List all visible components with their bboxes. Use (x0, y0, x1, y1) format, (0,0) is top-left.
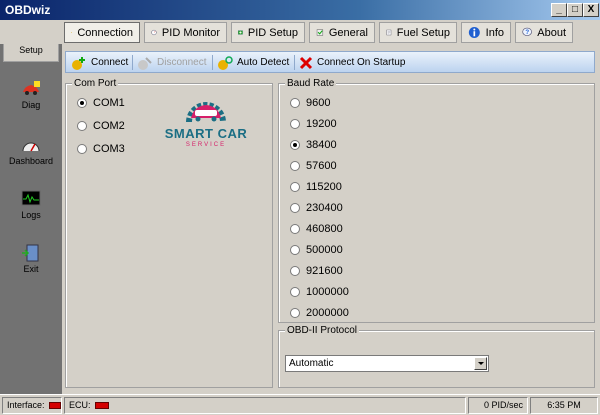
sidebar-item-exit[interactable]: Exit (0, 242, 62, 274)
obd-protocol-group: OBD-II Protocol Automatic (278, 325, 595, 388)
radio-baud-921600[interactable]: 921600 (290, 265, 343, 277)
interface-led-indicator (48, 402, 61, 409)
sidebar-item-logs[interactable]: Logs (0, 188, 62, 220)
com-port-legend: Com Port (72, 78, 119, 89)
clock: 6:35 PM (530, 397, 598, 414)
logs-monitor-icon (21, 190, 41, 206)
close-button[interactable]: X (583, 3, 599, 17)
auto-detect-icon (218, 55, 233, 70)
tab-connection[interactable]: Connection (64, 22, 140, 43)
radio-com3[interactable]: COM3 (77, 143, 125, 155)
auto-detect-button[interactable]: Auto Detect (216, 54, 289, 71)
radio-baud-115200[interactable]: 115200 (290, 181, 342, 193)
pid-rate-status: 0 PID/sec (468, 397, 528, 414)
smart-car-service-logo: SMART CAR SERVICE (161, 88, 251, 152)
connect-plug-icon (72, 56, 85, 70)
radio-baud-460800[interactable]: 460800 (290, 223, 343, 235)
sidebar-item-label: Diag (21, 100, 41, 110)
radio-button[interactable] (290, 203, 300, 213)
radio-baud-2000000[interactable]: 2000000 (290, 307, 349, 319)
diag-car-icon (23, 81, 40, 95)
logo-subtext: SERVICE (185, 142, 227, 148)
radio-button[interactable] (290, 224, 300, 234)
tab-info[interactable]: Info (461, 22, 511, 43)
protocol-dropdown[interactable]: Automatic (285, 355, 489, 372)
ecu-status: ECU: (64, 397, 466, 414)
tab-pid-monitor[interactable]: PID Monitor (144, 22, 227, 43)
radio-button[interactable] (290, 119, 300, 129)
minimize-button[interactable]: _ (551, 3, 567, 17)
radio-button[interactable] (290, 308, 300, 318)
info-icon (468, 27, 480, 38)
disconnect-plug-icon (138, 56, 152, 70)
radio-com1[interactable]: COM1 (77, 97, 125, 109)
pid-setup-icon (238, 30, 243, 35)
connection-icon (71, 31, 73, 33)
connection-panel: Connect Disconnect Auto Detect Connect O… (62, 44, 600, 394)
baud-rate-group: Baud Rate 9600 19200 38400 57600 115200 23040… (278, 78, 595, 323)
sidebar-item-label: Exit (23, 264, 39, 274)
com-port-group: Com Port COM1 COM2 COM3 SMART CAR SERVIC… (65, 78, 273, 388)
toolbar-separator (212, 55, 213, 70)
sidebar-item-label: Dashboard (8, 156, 54, 166)
toolbar-separator (132, 55, 133, 70)
radio-com2[interactable]: COM2 (77, 120, 125, 132)
svg-text:?: ? (525, 29, 529, 36)
sidebar-item-diag[interactable]: Diag (0, 78, 62, 110)
sidebar-item-label: Setup (19, 45, 43, 55)
interface-status: Interface: (2, 397, 62, 414)
radio-baud-38400[interactable]: 38400 (290, 139, 337, 151)
toolbar-separator (294, 55, 295, 70)
red-x-icon (299, 56, 313, 69)
radio-button[interactable] (77, 98, 87, 108)
fuel-setup-icon (386, 29, 392, 36)
radio-baud-500000[interactable]: 500000 (290, 244, 343, 256)
radio-button[interactable] (290, 161, 300, 171)
radio-button[interactable] (290, 287, 300, 297)
radio-baud-19200[interactable]: 19200 (290, 118, 337, 130)
logo-text: SMART CAR (164, 126, 248, 141)
radio-baud-230400[interactable]: 230400 (290, 202, 343, 214)
maximize-button[interactable]: □ (567, 3, 583, 17)
tab-general[interactable]: General (309, 22, 375, 43)
pid-monitor-icon (151, 29, 157, 36)
tab-about[interactable]: ? About (515, 22, 573, 43)
car-gear-logo-icon (186, 102, 226, 123)
radio-button[interactable] (290, 182, 300, 192)
radio-baud-1000000[interactable]: 1000000 (290, 286, 349, 298)
connection-toolbar: Connect Disconnect Auto Detect Connect O… (65, 51, 595, 73)
chevron-down-icon[interactable] (474, 357, 487, 370)
radio-baud-9600[interactable]: 9600 (290, 97, 330, 109)
gauge-icon (22, 142, 40, 152)
connect-button[interactable]: Connect (70, 54, 128, 71)
exit-door-icon (22, 244, 39, 262)
window-title: OBDwiz (5, 3, 51, 17)
connect-on-startup-button[interactable]: Connect On Startup (298, 54, 405, 71)
tab-bar: Connection PID Monitor PID Setup General… (0, 20, 600, 44)
baud-rate-legend: Baud Rate (285, 78, 337, 89)
sidebar: Setup Diag Dashboard Logs Exit (0, 20, 62, 394)
radio-button[interactable] (290, 98, 300, 108)
obd-protocol-legend: OBD-II Protocol (285, 325, 360, 336)
radio-button[interactable] (77, 121, 87, 131)
disconnect-button[interactable]: Disconnect (136, 54, 206, 71)
status-bar: Interface: ECU: 0 PID/sec 6:35 PM (0, 394, 600, 415)
radio-button[interactable] (290, 266, 300, 276)
radio-button[interactable] (290, 140, 300, 150)
radio-button[interactable] (290, 245, 300, 255)
sidebar-item-dashboard[interactable]: Dashboard (0, 134, 62, 166)
tab-pid-setup[interactable]: PID Setup (231, 22, 305, 43)
title-bar: OBDwiz _ □ X (0, 0, 600, 20)
about-icon: ? (522, 27, 532, 36)
ecu-led-indicator (94, 402, 109, 409)
general-check-icon (316, 29, 324, 36)
tab-fuel-setup[interactable]: Fuel Setup (379, 22, 457, 43)
radio-baud-57600[interactable]: 57600 (290, 160, 337, 172)
radio-button[interactable] (77, 144, 87, 154)
sidebar-item-label: Logs (21, 210, 41, 220)
